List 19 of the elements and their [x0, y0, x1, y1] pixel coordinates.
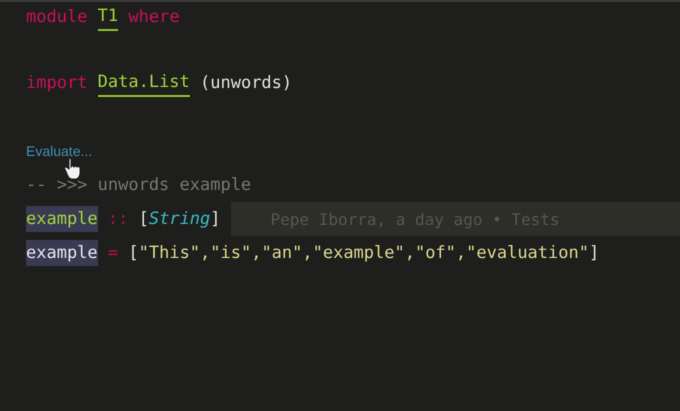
bracket-token: ] [588, 242, 600, 265]
operator-token: :: [108, 208, 128, 231]
keyword-token: module [26, 6, 88, 29]
string-list: "This","is","an","example","of","evaluation" [138, 240, 589, 266]
hand-pointer-icon [64, 157, 82, 179]
module-name: Data.List [98, 69, 190, 97]
symbol-name: example [26, 206, 98, 232]
operator-token: = [108, 242, 118, 265]
import-list: (unwords) [200, 70, 292, 96]
keyword-token: where [128, 6, 180, 29]
evaluate-link[interactable]: Evaluate... [26, 143, 92, 159]
keyword-token: import [26, 72, 88, 95]
type-name: String [148, 208, 210, 231]
bracket-token: ] [210, 208, 221, 231]
bracket-token: [ [128, 242, 139, 265]
bracket-token: [ [138, 208, 149, 231]
symbol-name: example [26, 240, 98, 266]
code-comment: -- >>> unwords example [26, 174, 252, 197]
module-name: T1 [98, 3, 118, 31]
